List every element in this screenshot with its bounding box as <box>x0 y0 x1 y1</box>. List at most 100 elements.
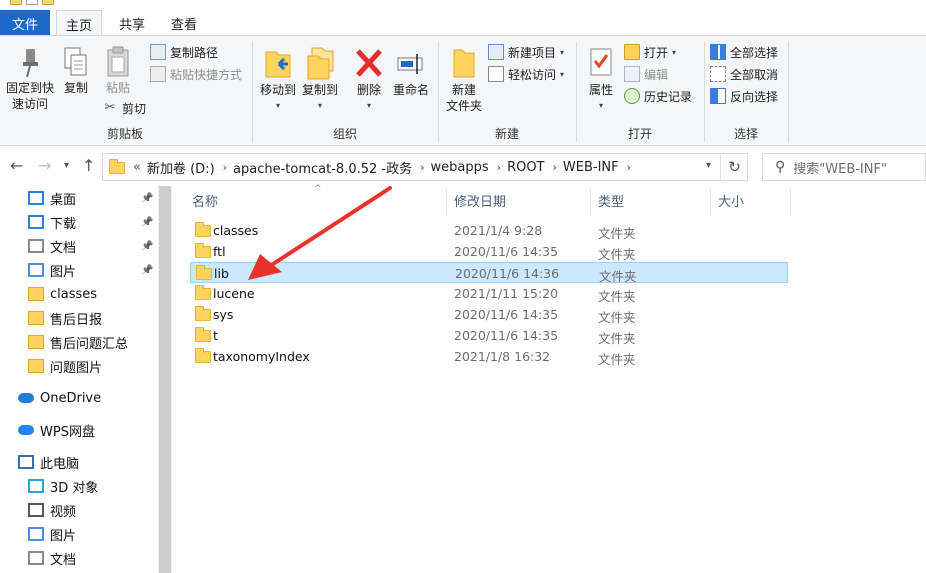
sidebar-item[interactable]: 售后日报 <box>0 306 158 330</box>
quick-access-icon[interactable] <box>42 0 54 5</box>
sidebar-item[interactable]: WPS网盘 <box>0 418 158 442</box>
sidebar-item[interactable]: 图片 <box>0 522 158 546</box>
edit-button[interactable]: 编辑 <box>624 64 668 84</box>
tab-share[interactable]: 共享 <box>110 10 154 37</box>
recent-locations-icon[interactable]: ▾ <box>64 160 69 171</box>
sidebar-item[interactable]: OneDrive <box>0 386 158 410</box>
chevron-right-icon[interactable]: › <box>627 161 631 174</box>
chevron-down-icon[interactable]: ▾ <box>706 160 711 171</box>
delete-button[interactable]: 删除 ▾ <box>352 46 386 114</box>
move-to-button[interactable]: 移动到 ▾ <box>258 46 298 114</box>
search-box[interactable]: ⚲ 搜索"WEB-INF" <box>762 153 926 181</box>
folder-icon <box>195 285 211 300</box>
sidebar-item-label: 图片 <box>50 528 77 544</box>
breadcrumb-overflow[interactable]: « <box>133 160 141 175</box>
copy-button[interactable]: 复制 <box>60 46 92 96</box>
pin-icon[interactable]: 📌 <box>141 217 153 228</box>
sidebar-item-label: 问题图片 <box>50 360 103 376</box>
properties-button[interactable]: 属性 ▾ <box>582 46 620 114</box>
select-all-button[interactable]: 全部选择 <box>710 42 778 62</box>
paste-button[interactable]: 粘贴 <box>100 46 136 96</box>
scrollbar-thumb[interactable] <box>159 186 171 573</box>
sidebar-item[interactable]: 此电脑 <box>0 450 158 474</box>
forward-arrow-icon[interactable]: → <box>38 156 51 175</box>
column-divider[interactable] <box>446 188 447 214</box>
search-placeholder: 搜索"WEB-INF" <box>793 161 887 177</box>
sidebar-item[interactable]: 视频 <box>0 498 158 522</box>
quick-access-icon[interactable] <box>10 0 22 5</box>
file-date: 2020/11/6 14:35 <box>454 328 559 343</box>
paste-shortcut-button[interactable]: 粘贴快捷方式 <box>150 64 242 84</box>
chevron-right-icon[interactable]: › <box>420 161 424 174</box>
breadcrumb-item[interactable]: webapps <box>431 160 489 175</box>
new-item-button[interactable]: 新建项目 ▾ <box>488 42 564 62</box>
chevron-right-icon[interactable]: › <box>553 161 557 174</box>
chevron-right-icon[interactable]: › <box>223 161 227 174</box>
sidebar-item[interactable]: 文档 📌 <box>0 234 158 258</box>
column-size-label: 大小 <box>718 194 745 210</box>
sidebar-item[interactable]: 图片 📌 <box>0 258 158 282</box>
rename-button[interactable]: 重命名 <box>390 46 432 98</box>
cut-button[interactable]: ✂ 剪切 <box>102 98 146 118</box>
select-none-button[interactable]: 全部取消 <box>710 64 778 84</box>
pictures-icon <box>28 527 44 541</box>
sidebar-item[interactable]: 桌面 📌 <box>0 186 158 210</box>
navigation-bar: ← → ▾ ↑ « 新加卷 (D:) › apache-tomcat-8.0.5… <box>0 146 926 186</box>
column-header-size[interactable]: 大小 <box>718 186 788 214</box>
breadcrumb-item[interactable]: 新加卷 (D:) <box>147 158 215 177</box>
file-date: 2020/11/6 14:35 <box>454 307 559 322</box>
quick-access-icon[interactable] <box>26 0 38 5</box>
properties-label: 属性 <box>588 83 613 97</box>
column-divider[interactable] <box>590 188 591 214</box>
download-icon <box>28 215 44 229</box>
new-folder-button[interactable]: 新建 文件夹 <box>444 46 484 114</box>
breadcrumb-item[interactable]: WEB-INF <box>563 160 619 175</box>
invert-selection-button[interactable]: 反向选择 <box>710 86 778 106</box>
sidebar-item[interactable]: 问题图片 <box>0 354 158 378</box>
sidebar-item[interactable]: 文档 <box>0 546 158 570</box>
chevron-down-icon: ▾ <box>275 101 280 110</box>
pin-icon[interactable]: 📌 <box>141 241 153 252</box>
file-row[interactable]: t 2020/11/6 14:35 文件夹 <box>190 325 788 346</box>
column-type-label: 类型 <box>598 194 625 210</box>
copy-to-button[interactable]: 复制到 ▾ <box>300 46 340 114</box>
open-button[interactable]: 打开 ▾ <box>624 42 676 62</box>
address-bar[interactable]: « 新加卷 (D:) › apache-tomcat-8.0.52 -政务 › … <box>102 153 748 181</box>
paste-shortcut-label: 粘贴快捷方式 <box>170 67 243 82</box>
file-row[interactable]: sys 2020/11/6 14:35 文件夹 <box>190 304 788 325</box>
pin-quick-access-button[interactable]: 固定到快 速访问 <box>4 46 56 112</box>
history-button[interactable]: 历史记录 <box>624 86 692 106</box>
sidebar-item[interactable]: 下载 📌 <box>0 210 158 234</box>
pin-icon[interactable]: 📌 <box>141 265 153 276</box>
sidebar-item[interactable]: 售后问题汇总 <box>0 330 158 354</box>
pin-icon[interactable]: 📌 <box>141 193 153 204</box>
column-divider[interactable] <box>790 188 791 214</box>
sidebar-item[interactable]: classes <box>0 282 158 306</box>
folder-icon <box>195 348 211 363</box>
delete-icon <box>356 49 382 77</box>
tab-home[interactable]: 主页 <box>56 10 102 38</box>
tab-file[interactable]: 文件 <box>0 10 50 36</box>
breadcrumb-item[interactable]: apache-tomcat-8.0.52 -政务 <box>233 158 412 177</box>
copy-path-button[interactable]: 复制路径 <box>150 42 218 62</box>
pin-label: 固定到快 速访问 <box>5 81 54 111</box>
up-arrow-icon[interactable]: ↑ <box>82 156 95 175</box>
sidebar-item-label: classes <box>50 286 98 302</box>
chevron-right-icon[interactable]: › <box>497 161 501 174</box>
file-row[interactable]: taxonomyIndex 2021/1/8 16:32 文件夹 <box>190 346 788 367</box>
open-folder-icon <box>624 44 640 60</box>
back-arrow-icon[interactable]: ← <box>10 156 23 175</box>
documents-icon <box>28 239 44 253</box>
sidebar-item[interactable]: 3D 对象 <box>0 474 158 498</box>
easy-access-button[interactable]: 轻松访问 ▾ <box>488 64 564 84</box>
column-divider[interactable] <box>710 188 711 214</box>
ribbon: 固定到快 速访问 复制 粘贴 复制路径 粘贴快捷方式 ✂ 剪切 剪贴板 移动到 … <box>0 35 926 146</box>
refresh-icon[interactable]: ↻ <box>720 153 748 181</box>
new-folder-label: 新建 文件夹 <box>445 83 482 113</box>
edit-label: 编辑 <box>644 67 669 82</box>
pictures-icon <box>28 263 44 277</box>
column-header-date[interactable]: 修改日期 <box>454 186 594 214</box>
tab-view[interactable]: 查看 <box>162 10 206 37</box>
breadcrumb-item[interactable]: ROOT <box>507 160 544 175</box>
column-header-type[interactable]: 类型 <box>598 186 708 214</box>
